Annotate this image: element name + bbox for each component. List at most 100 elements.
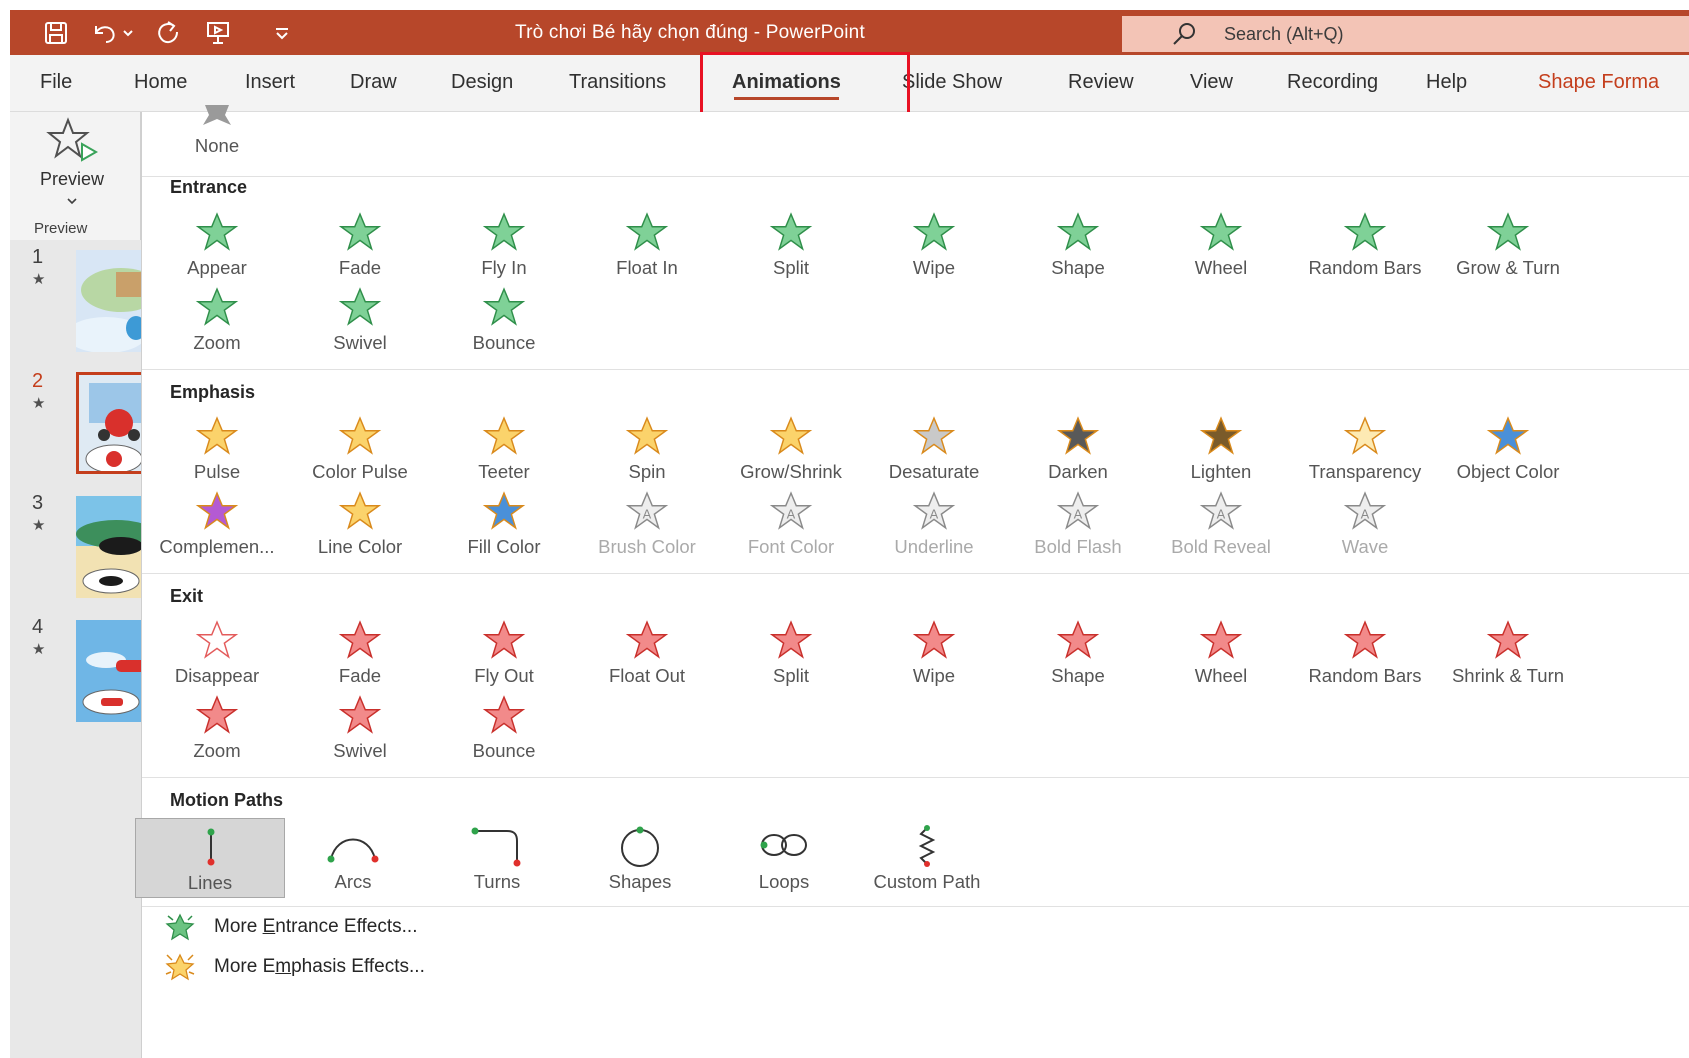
tab-file[interactable]: File [40, 55, 72, 112]
section-title-exit: Exit [170, 586, 204, 606]
entrance-effect-shape[interactable]: Shape [1003, 210, 1153, 280]
customize-icon[interactable] [266, 17, 298, 49]
exit-effect-disappear[interactable]: Disappear [142, 618, 292, 688]
slide-thumbnail-1[interactable] [76, 250, 151, 352]
emphasis-effect-bold-reveal[interactable]: A Bold Reveal [1146, 489, 1296, 559]
entrance-effect-split[interactable]: Split [716, 210, 866, 280]
exit-effect-wheel[interactable]: Wheel [1146, 618, 1296, 688]
motion-path-arcs[interactable]: Arcs [278, 818, 428, 898]
tab-design[interactable]: Design [451, 55, 513, 112]
save-icon[interactable] [40, 17, 72, 49]
exit-effect-random-bars[interactable]: Random Bars [1290, 618, 1440, 688]
effect-label: Desaturate [888, 461, 980, 482]
present-icon[interactable] [202, 17, 234, 49]
emphasis-effect-bold-flash[interactable]: A Bold Flash [1003, 489, 1153, 559]
emphasis-star-icon [1290, 414, 1440, 458]
tab-view[interactable]: View [1190, 55, 1233, 112]
slide-animation-star: ★ [32, 271, 46, 288]
tab-slide-show[interactable]: Slide Show [902, 55, 1002, 112]
emphasis-star-icon [285, 414, 435, 458]
slide-thumbnail-2[interactable] [76, 372, 151, 474]
entrance-effect-appear[interactable]: Appear [142, 210, 292, 280]
effect-label: Object Color [1456, 461, 1560, 482]
exit-effect-shrink-turn[interactable]: Shrink & Turn [1433, 618, 1583, 688]
emphasis-effect-pulse[interactable]: Pulse [142, 414, 292, 484]
effect-label: Font Color [747, 536, 835, 557]
search-placeholder: Search (Alt+Q) [1224, 23, 1344, 44]
emphasis-effect-desaturate[interactable]: Desaturate [859, 414, 1009, 484]
motion-path-turns[interactable]: Turns [422, 818, 572, 898]
motion-path-lines[interactable]: Lines [135, 818, 285, 898]
entrance-effect-random-bars[interactable]: Random Bars [1290, 210, 1440, 280]
exit-star-icon [429, 618, 579, 662]
emphasis-effect-lighten[interactable]: Lighten [1146, 414, 1296, 484]
tab-shape-format[interactable]: Shape Forma [1538, 55, 1659, 112]
effect-label: Zoom [193, 332, 241, 353]
emphasis-effect-underline[interactable]: A Underline [859, 489, 1009, 559]
effect-none[interactable]: None [142, 102, 292, 172]
more-entrance-effects[interactable]: More Entrance Effects... [164, 912, 418, 942]
slide-thumbnail-4[interactable] [76, 620, 151, 722]
exit-effect-shape[interactable]: Shape [1003, 618, 1153, 688]
exit-effect-bounce[interactable]: Bounce [429, 693, 579, 763]
effect-label: Shape [1051, 257, 1105, 278]
emphasis-effect-wave[interactable]: A Wave [1290, 489, 1440, 559]
exit-effect-fade[interactable]: Fade [285, 618, 435, 688]
emphasis-effect-color-pulse[interactable]: Color Pulse [285, 414, 435, 484]
undo-dropdown-icon[interactable] [122, 17, 134, 49]
undo-icon[interactable] [90, 17, 118, 49]
motion-path-custom-path[interactable]: Custom Path [852, 818, 1002, 898]
exit-star-icon [859, 618, 1009, 662]
tab-review[interactable]: Review [1068, 55, 1134, 112]
entrance-effect-wheel[interactable]: Wheel [1146, 210, 1296, 280]
effect-label: Zoom [193, 740, 241, 761]
entrance-effect-float-in[interactable]: Float In [572, 210, 722, 280]
tab-help[interactable]: Help [1426, 55, 1467, 112]
entrance-star-icon [429, 210, 579, 254]
exit-effect-wipe[interactable]: Wipe [859, 618, 1009, 688]
emphasis-star-icon [429, 414, 579, 458]
search-box[interactable]: Search (Alt+Q) [1122, 16, 1689, 52]
entrance-effect-grow-turn[interactable]: Grow & Turn [1433, 210, 1583, 280]
emphasis-star-icon [716, 414, 866, 458]
emphasis-effect-object-color[interactable]: Object Color [1433, 414, 1583, 484]
emphasis-effect-spin[interactable]: Spin [572, 414, 722, 484]
exit-effect-swivel[interactable]: Swivel [285, 693, 435, 763]
emphasis-effect-brush-color[interactable]: A Brush Color [572, 489, 722, 559]
emphasis-effect-teeter[interactable]: Teeter [429, 414, 579, 484]
tab-transitions[interactable]: Transitions [569, 55, 666, 112]
effect-label: Float In [616, 257, 678, 278]
exit-effect-zoom[interactable]: Zoom [142, 693, 292, 763]
emphasis-effect-fill-color[interactable]: Fill Color [429, 489, 579, 559]
slide-thumbnail-3[interactable] [76, 496, 151, 598]
tab-draw[interactable]: Draw [350, 55, 397, 112]
svg-text:A: A [1217, 506, 1226, 521]
exit-effect-split[interactable]: Split [716, 618, 866, 688]
emphasis-effect-line-color[interactable]: Line Color [285, 489, 435, 559]
emphasis-effect-font-color[interactable]: A Font Color [716, 489, 866, 559]
exit-effect-fly-out[interactable]: Fly Out [429, 618, 579, 688]
entrance-effect-swivel[interactable]: Swivel [285, 285, 435, 355]
exit-star-icon [1433, 618, 1583, 662]
redo-icon[interactable] [152, 17, 184, 49]
tab-recording[interactable]: Recording [1287, 55, 1378, 112]
motion-path-shapes[interactable]: Shapes [565, 818, 715, 898]
effect-label: Swivel [333, 740, 387, 761]
title-bar: Trò chơi Bé hãy chọn đúng - PowerPoint S… [10, 10, 1689, 55]
preview-label: Preview [39, 169, 105, 189]
entrance-effect-bounce[interactable]: Bounce [429, 285, 579, 355]
emphasis-effect-grow-shrink[interactable]: Grow/Shrink [716, 414, 866, 484]
motion-path-loops[interactable]: Loops [709, 818, 859, 898]
emphasis-effect-complemen[interactable]: Complemen... [142, 489, 292, 559]
motion-path-loops-icon [709, 824, 859, 868]
exit-star-icon [142, 618, 292, 662]
entrance-effect-zoom[interactable]: Zoom [142, 285, 292, 355]
emphasis-effect-darken[interactable]: Darken [1003, 414, 1153, 484]
entrance-effect-fly-in[interactable]: Fly In [429, 210, 579, 280]
entrance-effect-fade[interactable]: Fade [285, 210, 435, 280]
entrance-effect-wipe[interactable]: Wipe [859, 210, 1009, 280]
exit-effect-float-out[interactable]: Float Out [572, 618, 722, 688]
preview-button[interactable]: Preview [22, 116, 122, 211]
emphasis-effect-transparency[interactable]: Transparency [1290, 414, 1440, 484]
more-emphasis-effects[interactable]: More Emphasis Effects... [164, 952, 425, 982]
